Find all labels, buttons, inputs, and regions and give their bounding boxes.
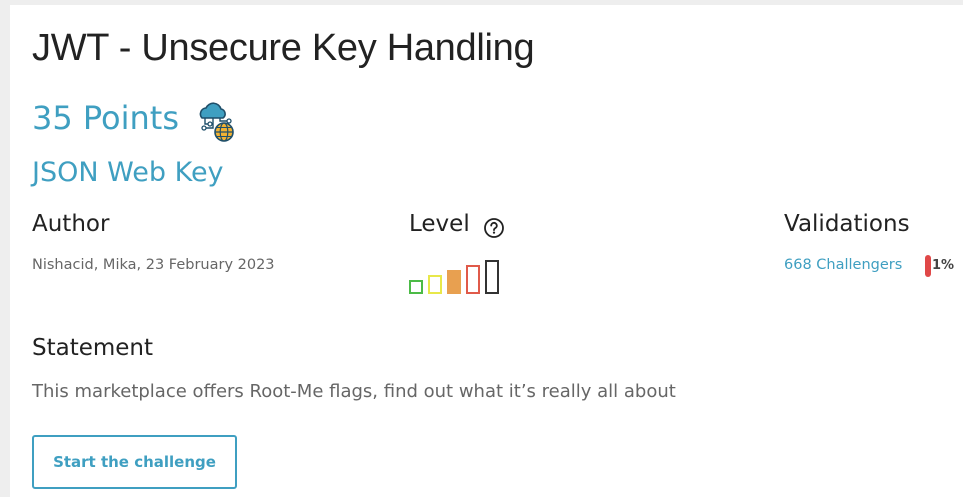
- validations-heading: Validations: [784, 211, 910, 237]
- statement-heading: Statement: [32, 335, 154, 361]
- level-bar-3: [447, 270, 461, 294]
- validation-percent-bar: [925, 255, 931, 277]
- challengers-link[interactable]: 668 Challengers: [784, 257, 902, 273]
- level-heading: Level: [409, 211, 470, 237]
- cloud-network-globe-icon: [199, 102, 234, 142]
- difficulty-level-indicator: [409, 260, 499, 294]
- level-bar-4: [466, 265, 480, 294]
- statement-text: This marketplace offers Root-Me flags, f…: [32, 381, 676, 402]
- challenge-card: JWT - Unsecure Key Handling 35 Points JS…: [10, 5, 963, 497]
- author-heading: Author: [32, 211, 110, 237]
- start-challenge-button[interactable]: Start the challenge: [32, 435, 237, 489]
- validation-percent: 1%: [932, 258, 955, 273]
- level-bar-5: [485, 260, 499, 294]
- challenge-points: 35 Points: [32, 99, 180, 137]
- author-text: Nishacid, Mika, 23 February 2023: [32, 257, 275, 273]
- subcategory-link[interactable]: JSON Web Key: [32, 157, 224, 188]
- level-bar-1: [409, 280, 423, 294]
- question-circle-icon[interactable]: [483, 217, 505, 239]
- challenge-title: JWT - Unsecure Key Handling: [32, 27, 535, 69]
- level-bar-2: [428, 275, 442, 294]
